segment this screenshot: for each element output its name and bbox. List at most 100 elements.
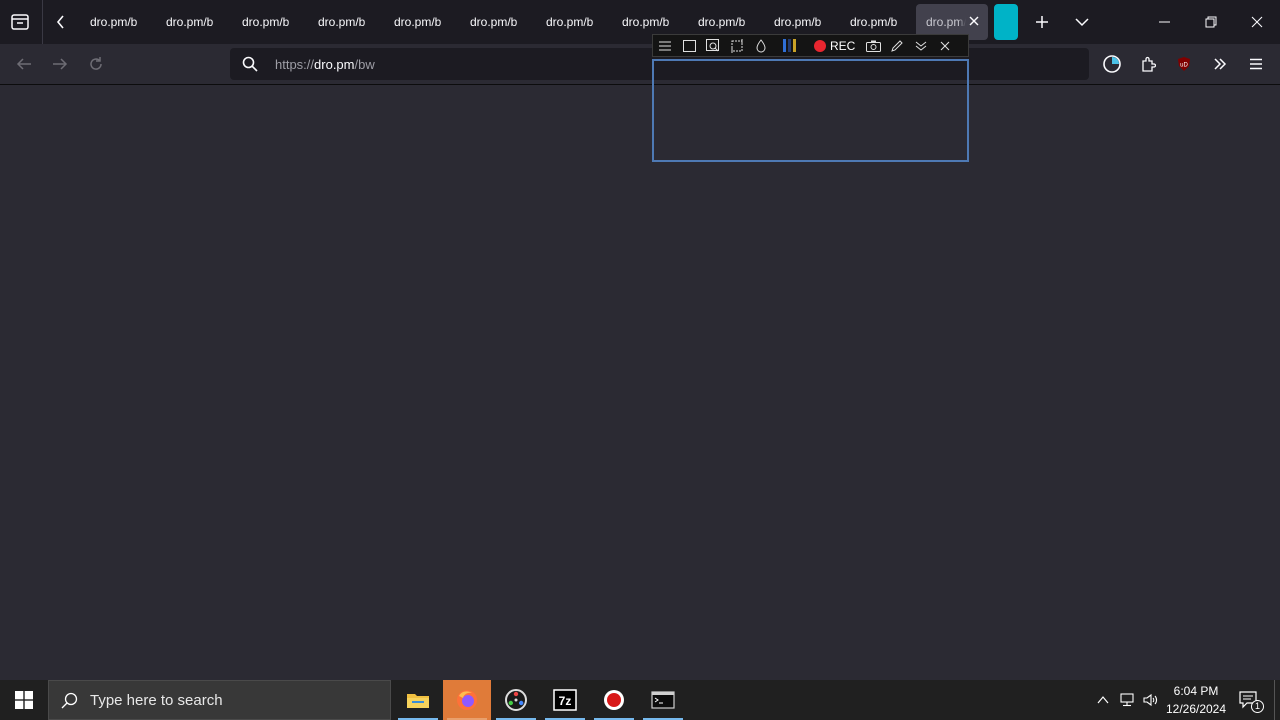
- url-text[interactable]: https://dro.pm/bw: [275, 57, 375, 72]
- navigation-toolbar: https://dro.pm/bw uD: [0, 44, 1280, 85]
- taskbar-app-terminal[interactable]: [639, 680, 687, 720]
- ublock-button[interactable]: uD: [1166, 44, 1202, 84]
- start-button[interactable]: [0, 680, 48, 720]
- scroll-tabs-left-button[interactable]: [44, 0, 78, 44]
- back-button[interactable]: [6, 44, 42, 84]
- tab-title: dro.pm/b: [926, 15, 966, 29]
- clock-time: 6:04 PM: [1173, 684, 1219, 698]
- svg-text:uD: uD: [1180, 63, 1188, 69]
- list-all-tabs-button[interactable]: [1066, 0, 1098, 44]
- minimize-icon: [1159, 21, 1170, 23]
- color-chip[interactable]: [788, 39, 791, 52]
- new-tab-button[interactable]: [1026, 0, 1058, 44]
- rectangle-capture-button[interactable]: [677, 35, 701, 56]
- tab-teal[interactable]: [994, 4, 1018, 40]
- url-path: /bw: [354, 57, 375, 72]
- tab[interactable]: dro.pm/b: [456, 4, 532, 40]
- firefox-icon: [457, 690, 477, 710]
- chevron-double-right-icon: [1214, 58, 1227, 70]
- tab-title: dro.pm/b: [470, 15, 518, 29]
- record-label: REC: [830, 38, 856, 53]
- close-capture-button[interactable]: [933, 35, 957, 56]
- terminal-icon: [651, 691, 675, 709]
- tab-title: dro.pm/b: [166, 15, 214, 29]
- extensions-button[interactable]: [1130, 44, 1166, 84]
- clock-date: 12/26/2024: [1165, 702, 1227, 716]
- app-menu-button[interactable]: [1238, 44, 1274, 84]
- taskbar-app-7zip[interactable]: 7z: [541, 680, 589, 720]
- svg-text:7z: 7z: [559, 694, 572, 708]
- hamburger-menu-icon: [1250, 58, 1262, 70]
- taskbar-app-firefox[interactable]: [443, 680, 491, 720]
- color-chip[interactable]: [793, 39, 796, 52]
- scroll-capture-button[interactable]: [725, 35, 749, 56]
- tab[interactable]: dro.pm/b: [380, 4, 456, 40]
- color-picker-button[interactable]: [749, 35, 773, 56]
- pie-chart-icon: [1103, 55, 1121, 73]
- taskbar-search-box[interactable]: Type here to search: [48, 680, 391, 720]
- scroll-capture-icon: [731, 38, 743, 53]
- plus-icon: [1036, 16, 1048, 28]
- forward-button[interactable]: [42, 44, 78, 84]
- reload-button[interactable]: [78, 44, 114, 84]
- search-icon: [61, 692, 78, 708]
- more-tools-button[interactable]: [1202, 44, 1238, 84]
- search-icon: [242, 56, 258, 72]
- tab-title: dro.pm/b: [546, 15, 594, 29]
- tab[interactable]: dro.pm/b: [228, 4, 304, 40]
- region-zoom-button[interactable]: [701, 35, 725, 56]
- tab-title: dro.pm/b: [394, 15, 442, 29]
- restore-button[interactable]: [1188, 0, 1234, 44]
- tab-strip: dro.pm/b dro.pm/b dro.pm/b dro.pm/b dro.…: [0, 0, 1280, 44]
- volume-tray-button[interactable]: [1140, 680, 1162, 720]
- zoom-region-icon: [706, 39, 719, 52]
- firefox-view-button[interactable]: [0, 0, 40, 44]
- capture-selection-region[interactable]: [652, 59, 969, 162]
- arrow-right-icon: [53, 58, 68, 70]
- expand-toolbar-button[interactable]: [909, 35, 933, 56]
- film-reel-icon: [505, 689, 527, 711]
- color-swatches[interactable]: [783, 39, 796, 52]
- restore-icon: [1205, 16, 1217, 28]
- taskbar-app-davinci-resolve[interactable]: [492, 680, 540, 720]
- tab[interactable]: dro.pm/b: [532, 4, 608, 40]
- tab[interactable]: dro.pm/b: [152, 4, 228, 40]
- puzzle-icon: [1142, 56, 1156, 72]
- show-desktop-button[interactable]: [1274, 680, 1275, 720]
- color-chip[interactable]: [783, 39, 786, 52]
- record-icon: [604, 690, 624, 710]
- close-icon: [940, 41, 950, 50]
- tab-title: dro.pm/b: [90, 15, 138, 29]
- tab[interactable]: dro.pm/b: [76, 4, 152, 40]
- taskbar-app-recorder[interactable]: [590, 680, 638, 720]
- network-tray-button[interactable]: [1116, 680, 1138, 720]
- taskbar-app-file-explorer[interactable]: [394, 680, 442, 720]
- tab[interactable]: dro.pm/b: [304, 4, 380, 40]
- seven-zip-icon: 7z: [553, 689, 577, 711]
- search-placeholder: Type here to search: [90, 691, 223, 709]
- screenshot-button[interactable]: [861, 35, 885, 56]
- camera-icon: [865, 40, 881, 52]
- record-dot-icon: [814, 39, 826, 52]
- url-domain: dro.pm: [314, 57, 355, 72]
- windows-taskbar: Type here to search 7z 6:04 PM 12/26/202…: [0, 680, 1280, 720]
- show-hidden-icons-button[interactable]: [1092, 680, 1114, 720]
- chevron-up-icon: [1097, 696, 1109, 704]
- windows-logo-icon: [15, 691, 33, 709]
- firefox-view-icon: [11, 14, 29, 30]
- chevron-down-icon: [1075, 18, 1089, 27]
- capture-menu-button[interactable]: [653, 35, 677, 56]
- tab-title: dro.pm/b: [774, 15, 822, 29]
- close-window-button[interactable]: [1234, 0, 1280, 44]
- pencil-icon: [891, 39, 904, 52]
- taskbar-clock[interactable]: 6:04 PM 12/26/2024: [1160, 682, 1232, 718]
- screen-capture-toolbar: REC: [652, 34, 969, 57]
- annotate-button[interactable]: [885, 35, 909, 56]
- chevron-left-icon: [56, 15, 64, 29]
- extension-button[interactable]: [1094, 44, 1130, 84]
- record-button[interactable]: REC: [802, 39, 861, 53]
- close-tab-icon[interactable]: [968, 15, 980, 27]
- action-center-button[interactable]: 1: [1234, 680, 1264, 720]
- tab-title: dro.pm/b: [850, 15, 898, 29]
- minimize-button[interactable]: [1142, 0, 1188, 44]
